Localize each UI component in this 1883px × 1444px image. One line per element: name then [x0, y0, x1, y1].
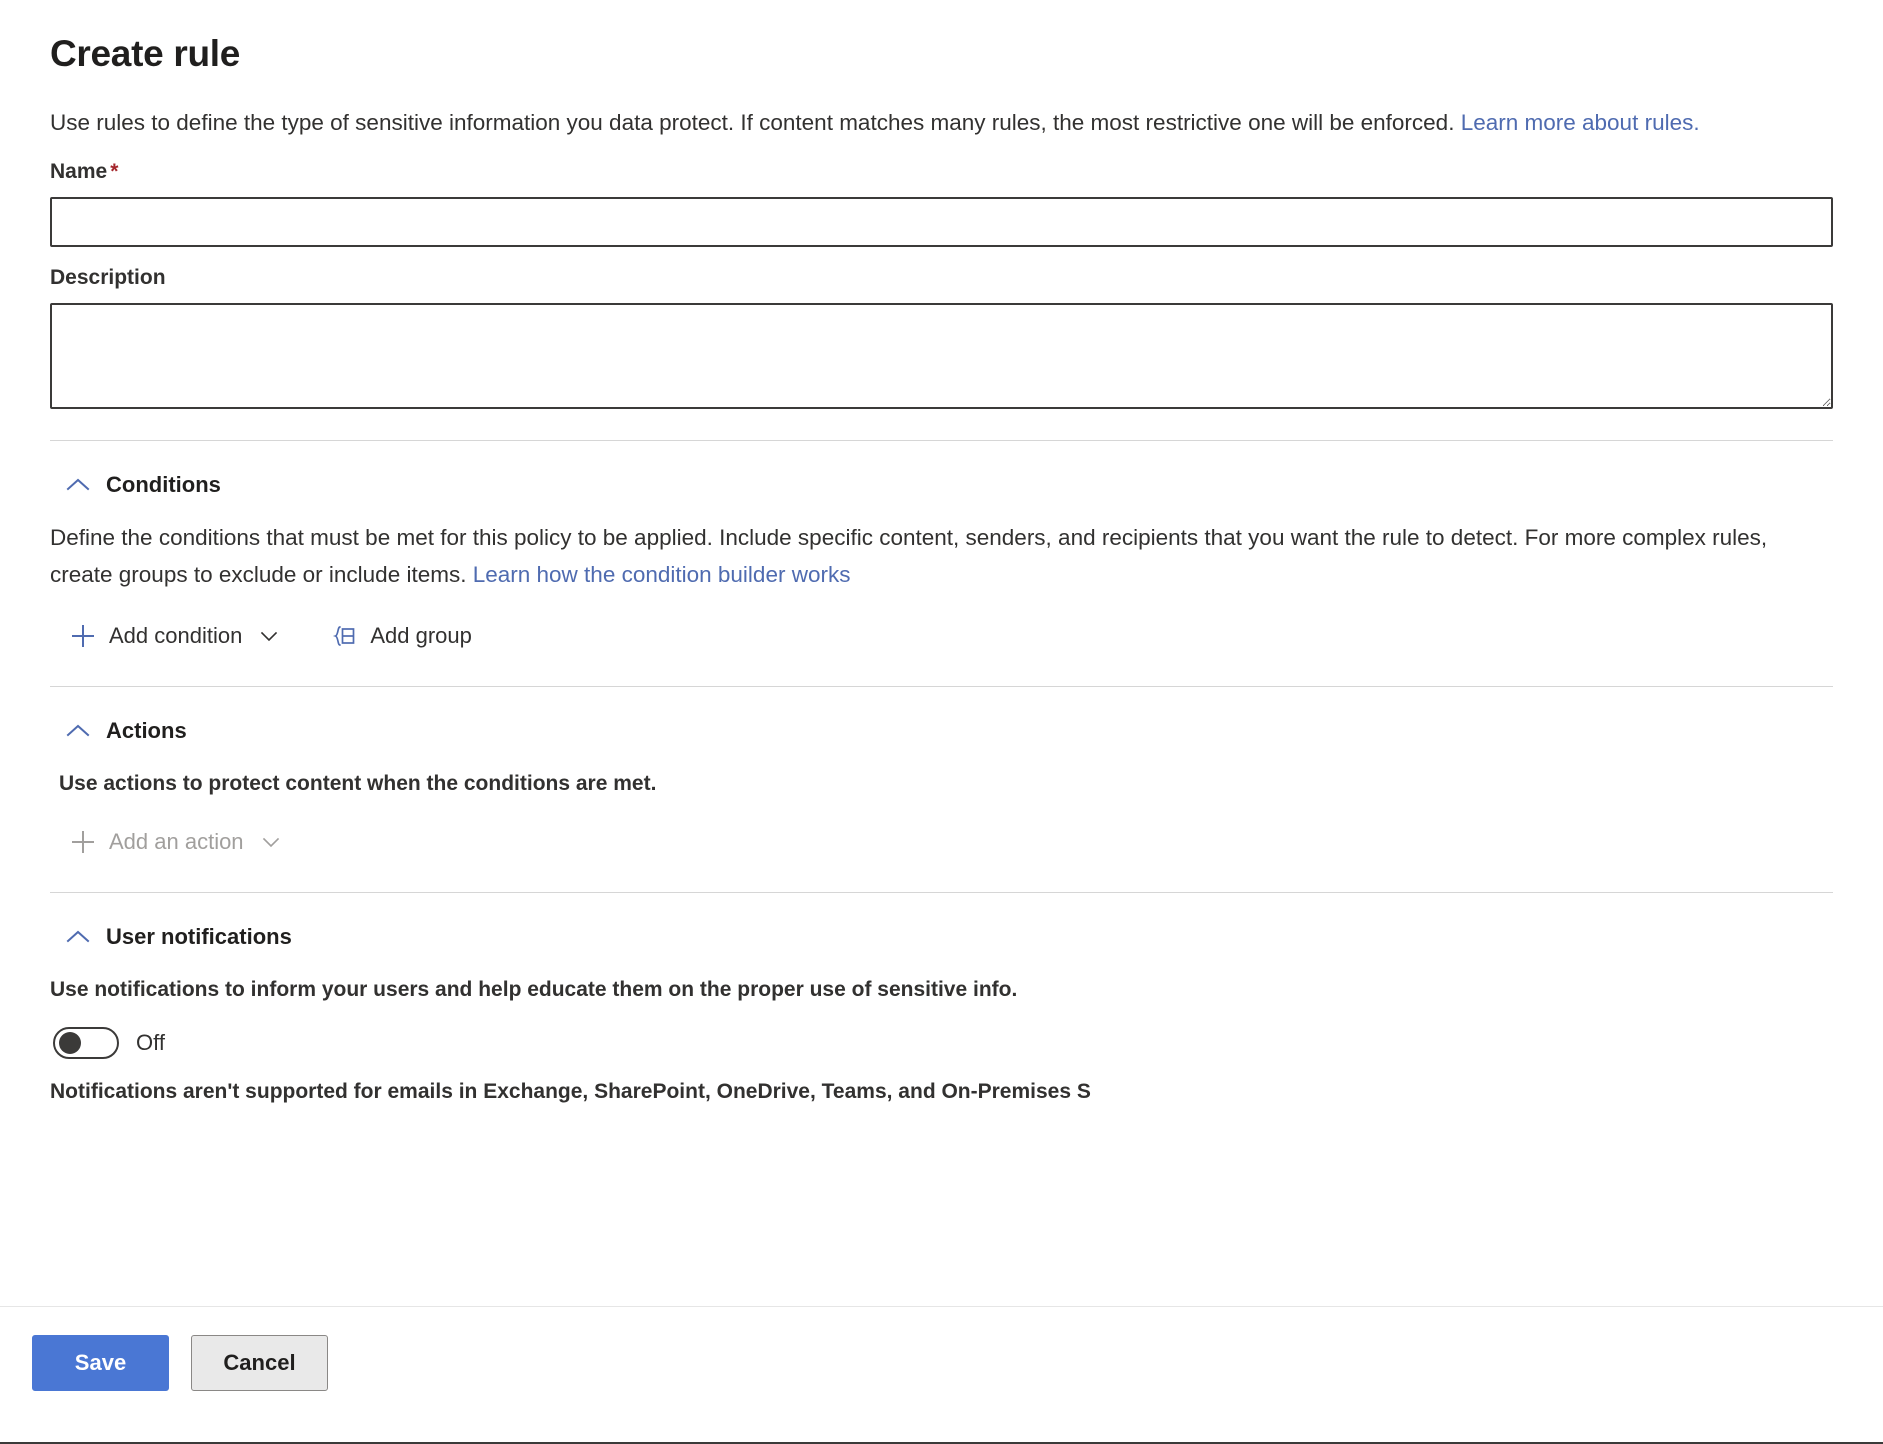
- chevron-up-icon: [64, 717, 92, 745]
- add-group-button[interactable]: Add group: [325, 617, 478, 655]
- panel-footer: Save Cancel: [0, 1306, 1883, 1444]
- user-notifications-toggle[interactable]: [53, 1027, 119, 1059]
- name-field-label: Name*: [50, 141, 1833, 185]
- group-icon: [331, 623, 357, 649]
- chevron-down-icon: [261, 832, 281, 852]
- add-an-action-label: Add an action: [109, 831, 244, 853]
- conditions-description: Define the conditions that must be met f…: [50, 499, 1810, 593]
- panel-scroll-area[interactable]: Create rule Use rules to define the type…: [0, 0, 1883, 1306]
- actions-description: Use actions to protect content when the …: [50, 745, 1819, 799]
- actions-title: Actions: [106, 720, 187, 742]
- conditions-section-header[interactable]: Conditions: [50, 441, 221, 499]
- user-notifications-section-header[interactable]: User notifications: [50, 893, 292, 951]
- plus-icon: [70, 623, 96, 649]
- chevron-up-icon: [64, 923, 92, 951]
- user-notifications-toggle-row: Off: [50, 1005, 1833, 1059]
- add-an-action-button[interactable]: Add an action: [64, 823, 287, 861]
- description-textarea[interactable]: [50, 303, 1833, 409]
- add-group-label: Add group: [370, 625, 472, 647]
- conditions-title: Conditions: [106, 474, 221, 496]
- chevron-up-icon: [64, 471, 92, 499]
- user-notifications-toggle-label: Off: [136, 1032, 165, 1054]
- actions-command-bar: Add an action: [50, 799, 1833, 861]
- save-button[interactable]: Save: [32, 1335, 169, 1391]
- chevron-down-icon: [259, 626, 279, 646]
- add-condition-button[interactable]: Add condition: [64, 617, 285, 655]
- name-label-text: Name: [50, 160, 107, 183]
- name-input[interactable]: [50, 197, 1833, 247]
- name-field-group: Name*: [50, 141, 1833, 247]
- description-field-label: Description: [50, 247, 1833, 291]
- conditions-section: Conditions Define the conditions that mu…: [50, 441, 1833, 655]
- page-intro-text: Use rules to define the type of sensitiv…: [50, 76, 1730, 141]
- plus-icon: [70, 829, 96, 855]
- create-rule-panel: Create rule Use rules to define the type…: [0, 0, 1883, 1444]
- learn-more-about-rules-link[interactable]: Learn more about rules.: [1461, 110, 1700, 135]
- user-notifications-description: Use notifications to inform your users a…: [50, 951, 1810, 1005]
- user-notifications-clipped-note: Notifications aren't supported for email…: [50, 1059, 1810, 1107]
- user-notifications-section: User notifications Use notifications to …: [50, 893, 1833, 1107]
- cancel-button[interactable]: Cancel: [191, 1335, 328, 1391]
- conditions-description-text: Define the conditions that must be met f…: [50, 525, 1767, 587]
- intro-sentence: Use rules to define the type of sensitiv…: [50, 110, 1461, 135]
- toggle-knob: [59, 1032, 81, 1054]
- page-title: Create rule: [50, 0, 1833, 76]
- required-asterisk: *: [110, 160, 118, 183]
- condition-builder-link[interactable]: Learn how the condition builder works: [473, 562, 851, 587]
- add-condition-label: Add condition: [109, 625, 242, 647]
- conditions-command-bar: Add condition Add group: [50, 593, 1833, 655]
- user-notifications-title: User notifications: [106, 926, 292, 948]
- actions-section: Actions Use actions to protect content w…: [50, 687, 1833, 861]
- actions-section-header[interactable]: Actions: [50, 687, 187, 745]
- description-field-group: Description: [50, 247, 1833, 409]
